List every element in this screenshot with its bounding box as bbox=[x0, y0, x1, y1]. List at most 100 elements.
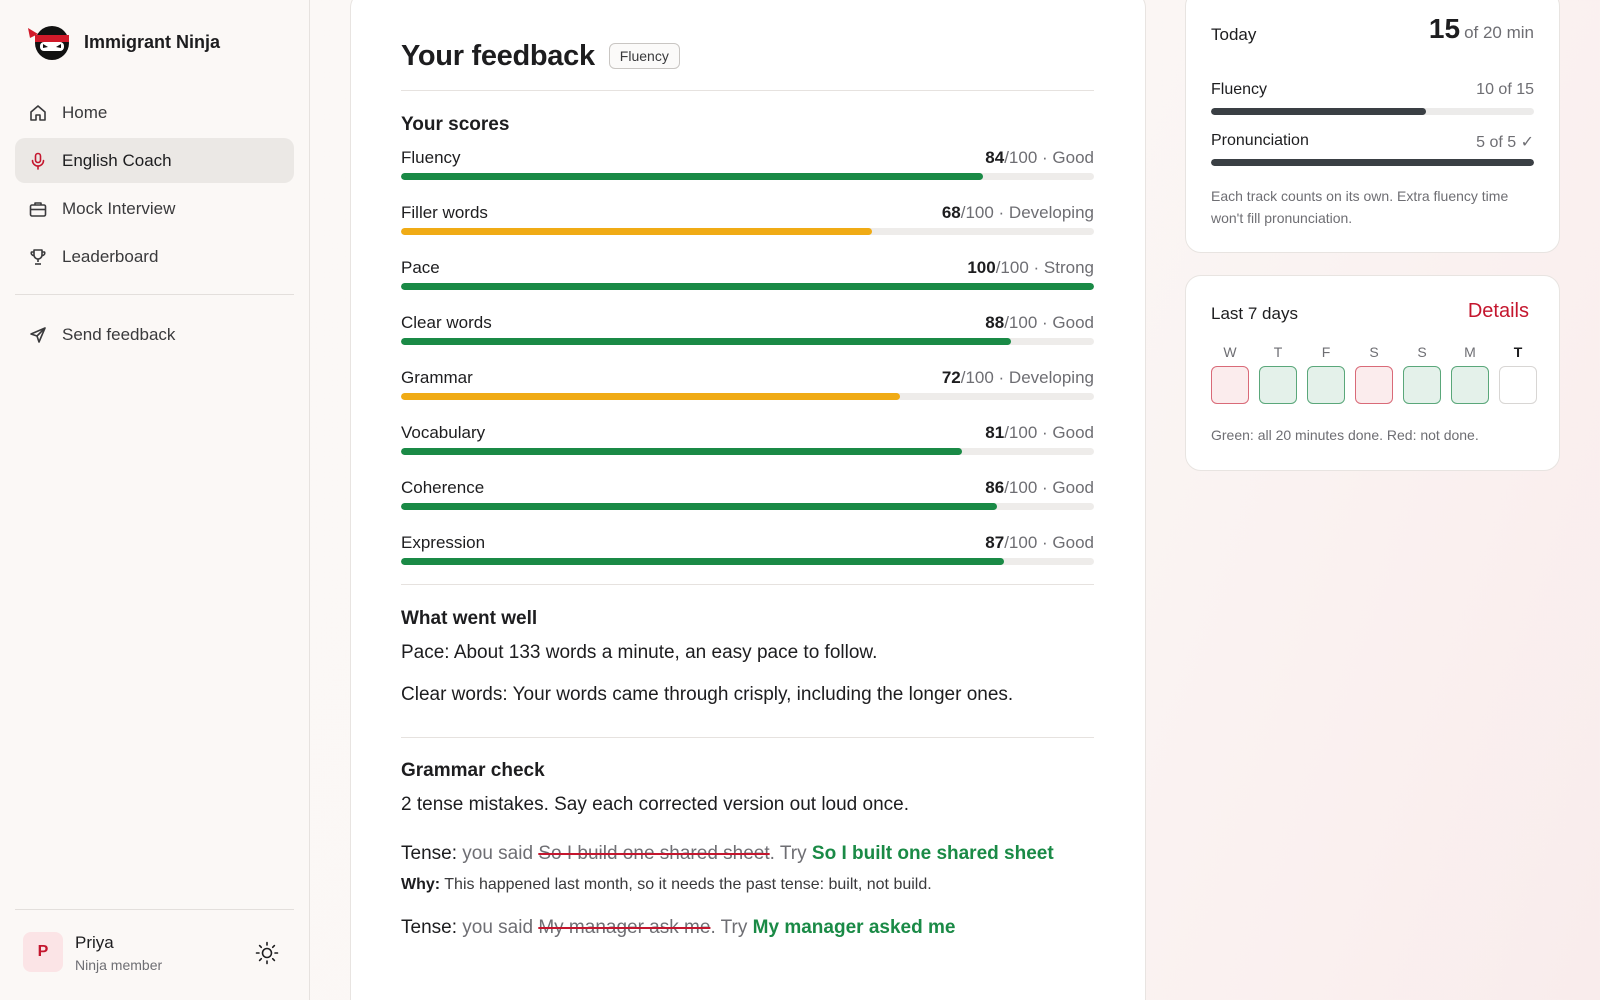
score-value: 68/100 · Developing bbox=[942, 203, 1094, 223]
score-max: /100 bbox=[995, 258, 1029, 277]
score-bar-fill bbox=[401, 503, 997, 510]
day-cell: F bbox=[1307, 344, 1345, 404]
score-bar-fill bbox=[401, 338, 1011, 345]
avatar[interactable]: P bbox=[23, 932, 63, 972]
day-status-box bbox=[1451, 366, 1489, 404]
score-number: 88 bbox=[985, 313, 1005, 332]
day-status-box bbox=[1307, 366, 1345, 404]
today-card: Today 15 of 20 min Fluency 10 of 15 Pronu… bbox=[1185, 0, 1560, 253]
score-max: /100 bbox=[960, 368, 994, 387]
score-value: 72/100 · Developing bbox=[942, 368, 1094, 388]
score-max: /100 bbox=[1004, 423, 1038, 442]
today-minutes-done: 15 bbox=[1428, 13, 1461, 44]
day-cell: W bbox=[1211, 344, 1249, 404]
week-legend: Green: all 20 minutes done. Red: not don… bbox=[1211, 427, 1479, 443]
user-panel: P Priya Ninja member bbox=[15, 909, 294, 1000]
score-value: 84/100 · Good bbox=[985, 148, 1094, 168]
today-progress: 15 of 20 min bbox=[1429, 13, 1534, 45]
day-cell: T bbox=[1259, 344, 1297, 404]
score-max: /100 bbox=[1004, 478, 1038, 497]
day-letter: T bbox=[1273, 344, 1283, 360]
score-level: · Developing bbox=[993, 203, 1094, 222]
nav-item-english-coach[interactable]: English Coach bbox=[15, 138, 294, 183]
score-value: 86/100 · Good bbox=[985, 478, 1094, 498]
correction-why: Why: This happened last month, so it nee… bbox=[401, 876, 1094, 894]
went-well-item: Pace: About 133 words a minute, an easy … bbox=[401, 642, 878, 663]
said-prefix: you said bbox=[456, 843, 539, 864]
nav-item-home[interactable]: Home bbox=[15, 90, 294, 135]
day-cell: T bbox=[1499, 344, 1537, 404]
grammar-correction: Tense: you said So I build one shared sh… bbox=[401, 840, 1094, 868]
week-days: WTFSSMT bbox=[1211, 344, 1537, 404]
score-number: 86 bbox=[985, 478, 1005, 497]
score-level: · Good bbox=[1037, 533, 1094, 552]
section-divider bbox=[401, 737, 1094, 738]
score-label: Vocabulary bbox=[401, 423, 486, 442]
feedback-card: Your feedback Fluency Your scores Fluenc… bbox=[350, 0, 1146, 1000]
score-label: Pace bbox=[401, 258, 440, 277]
day-letter: M bbox=[1464, 344, 1476, 360]
nav-item-send-feedback[interactable]: Send feedback bbox=[15, 312, 294, 357]
score-row: Clear words 88/100 · Good bbox=[401, 313, 1094, 368]
correction-type: Tense: bbox=[401, 917, 457, 938]
track-fill bbox=[1211, 159, 1534, 166]
track-fill bbox=[1211, 108, 1427, 115]
score-row: Vocabulary 81/100 · Good bbox=[401, 423, 1094, 478]
score-max: /100 bbox=[960, 203, 994, 222]
score-label: Clear words bbox=[401, 313, 492, 332]
user-name: Priya bbox=[75, 933, 114, 952]
score-level: · Good bbox=[1037, 423, 1094, 442]
score-bar bbox=[401, 228, 1094, 235]
main-nav: Home English Coach Mock Interview Leader… bbox=[15, 90, 294, 360]
why-text: This happened last month, so it needs th… bbox=[440, 876, 932, 893]
day-letter: S bbox=[1417, 344, 1427, 360]
said-text: My manager ask me bbox=[538, 917, 711, 938]
day-letter: F bbox=[1321, 344, 1331, 360]
score-row: Filler words 68/100 · Developing bbox=[401, 203, 1094, 258]
briefcase-icon bbox=[29, 201, 47, 217]
ninja-logo-icon bbox=[28, 26, 69, 60]
week-title: Last 7 days bbox=[1211, 304, 1298, 323]
score-bar-fill bbox=[401, 228, 873, 235]
user-role: Ninja member bbox=[75, 957, 163, 973]
nav-item-label: Mock Interview bbox=[62, 198, 176, 218]
sun-icon[interactable] bbox=[254, 940, 280, 966]
score-value: 100/100 · Strong bbox=[967, 258, 1094, 278]
try-prefix: . Try bbox=[769, 843, 812, 864]
score-max: /100 bbox=[1004, 148, 1038, 167]
trophy-icon bbox=[30, 248, 46, 265]
score-value: 81/100 · Good bbox=[985, 423, 1094, 443]
sidebar: Immigrant Ninja Home English Coach Mock … bbox=[0, 0, 310, 1000]
score-level: · Good bbox=[1037, 478, 1094, 497]
grammar-correction: Tense: you said My manager ask me. Try M… bbox=[401, 914, 1094, 942]
day-letter: T bbox=[1513, 344, 1523, 360]
day-status-box bbox=[1499, 366, 1537, 404]
score-label: Grammar bbox=[401, 368, 473, 387]
score-row: Pace 100/100 · Strong bbox=[401, 258, 1094, 313]
today-label: Today bbox=[1211, 25, 1257, 44]
mode-badge: Fluency bbox=[608, 43, 680, 69]
nav-item-mock-interview[interactable]: Mock Interview bbox=[15, 186, 294, 231]
score-bar-fill bbox=[401, 558, 1004, 565]
today-note: Each track counts on its own. Extra flue… bbox=[1211, 188, 1509, 226]
details-link[interactable]: Details bbox=[1468, 300, 1529, 323]
brand-name: Immigrant Ninja bbox=[84, 31, 221, 52]
day-status-box bbox=[1403, 366, 1441, 404]
went-well-heading: What went well bbox=[401, 608, 538, 629]
day-status-box bbox=[1355, 366, 1393, 404]
score-label: Fluency bbox=[401, 148, 461, 167]
corrected-text: So I built one shared sheet bbox=[811, 843, 1054, 864]
score-label: Filler words bbox=[401, 203, 488, 222]
day-letter: W bbox=[1223, 344, 1237, 360]
score-bar bbox=[401, 558, 1094, 565]
track-fluency: Fluency 10 of 15 bbox=[1211, 81, 1534, 115]
nav-item-label: English Coach bbox=[62, 150, 172, 170]
score-number: 81 bbox=[985, 423, 1005, 442]
score-bar-fill bbox=[401, 448, 963, 455]
brand[interactable]: Immigrant Ninja bbox=[26, 22, 220, 62]
score-row: Grammar 72/100 · Developing bbox=[401, 368, 1094, 423]
score-bar bbox=[401, 173, 1094, 180]
try-prefix: . Try bbox=[710, 917, 753, 938]
day-status-box bbox=[1211, 366, 1249, 404]
nav-item-leaderboard[interactable]: Leaderboard bbox=[15, 234, 294, 279]
